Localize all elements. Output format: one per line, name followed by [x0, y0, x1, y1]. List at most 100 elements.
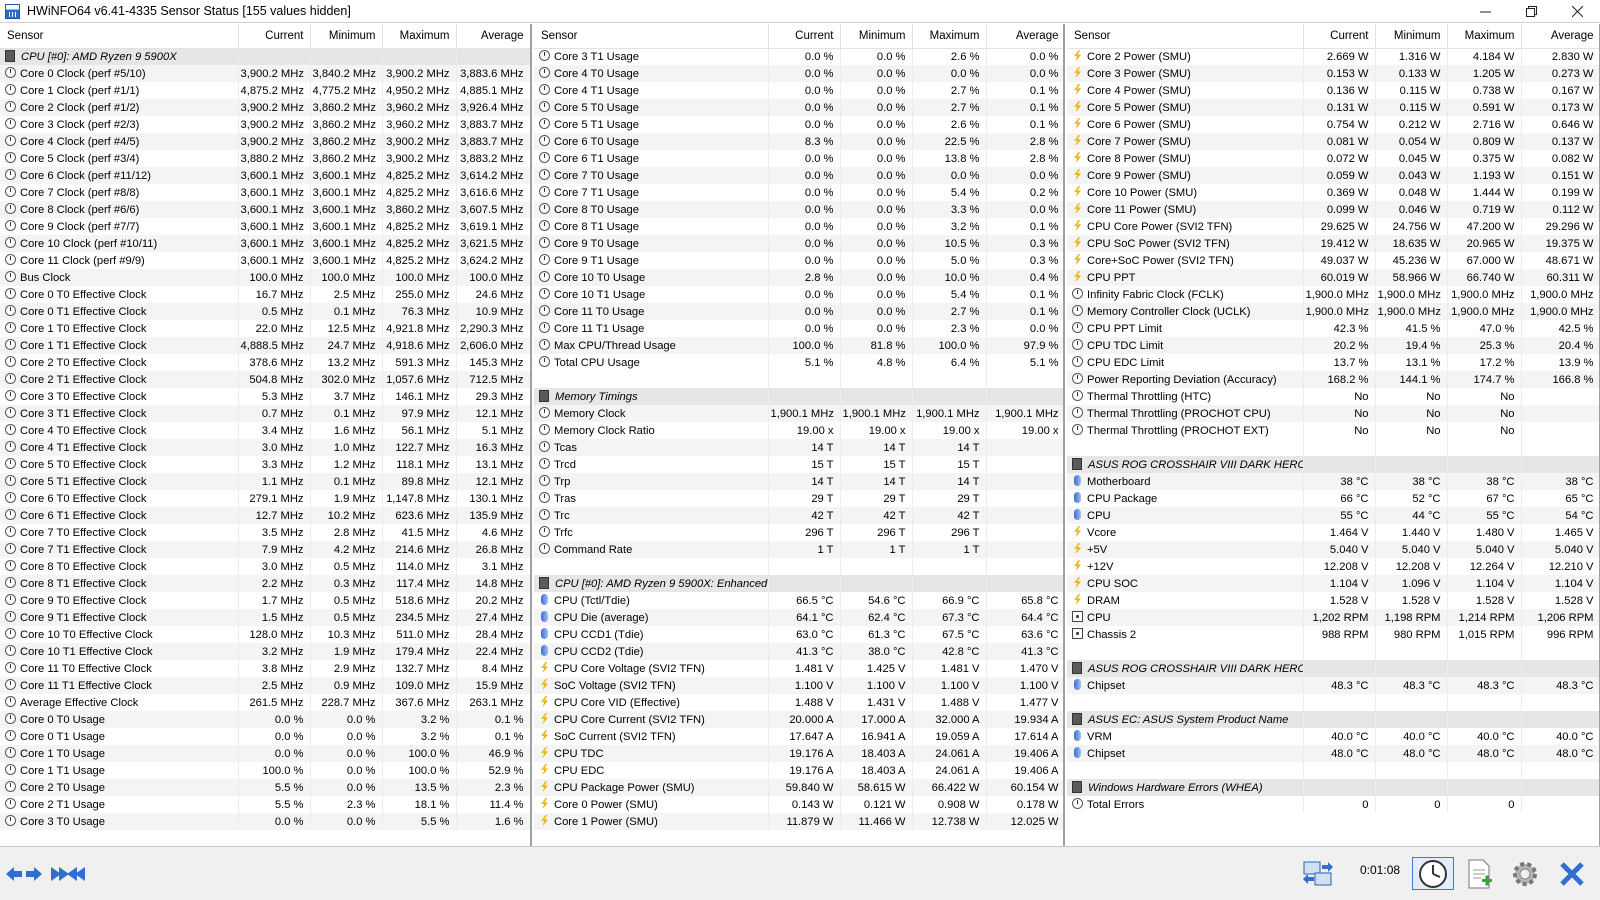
- sensor-group-header[interactable]: ASUS ROG CROSSHAIR VIII DARK HERO (...: [1067, 456, 1599, 473]
- sensor-row[interactable]: Core 5 T1 Effective Clock 1.1 MHz 0.1 MHz 8…: [0, 473, 530, 490]
- sensor-row[interactable]: Thermal Throttling (HTC) No No No: [1067, 388, 1599, 405]
- sensor-row[interactable]: Core 5 T1 Usage 0.0 % 0.0 % 2.6 % 0.1 %: [534, 116, 1063, 133]
- sensor-row[interactable]: Core 1 Clock (perf #1/1) 4,875.2 MHz 4,775…: [0, 82, 530, 99]
- sensor-row[interactable]: Core 5 T0 Effective Clock 3.3 MHz 1.2 MHz 1…: [0, 456, 530, 473]
- sensor-row[interactable]: Core 9 T0 Effective Clock 1.7 MHz 0.5 MHz 5…: [0, 592, 530, 609]
- sensor-row[interactable]: Vcore 1.464 V 1.440 V 1.480 V 1.465 V: [1067, 524, 1599, 541]
- sensor-row[interactable]: Total CPU Usage 5.1 % 4.8 % 6.4 % 5.1 %: [534, 354, 1063, 371]
- sensor-row[interactable]: Core 1 T1 Usage 100.0 % 0.0 % 100.0 % 52.9 %: [0, 762, 530, 779]
- sensor-row[interactable]: Core 9 T1 Usage 0.0 % 0.0 % 5.0 % 0.3 %: [534, 252, 1063, 269]
- sensor-row[interactable]: CPU SoC Power (SVI2 TFN) 19.412 W 18.635 W…: [1067, 235, 1599, 252]
- sensor-row[interactable]: Core 6 T0 Usage 8.3 % 0.0 % 22.5 % 2.8 %: [534, 133, 1063, 150]
- sensor-row[interactable]: +12V 12.208 V 12.208 V 12.264 V 12.210 V: [1067, 558, 1599, 575]
- network-icon[interactable]: [1298, 857, 1338, 890]
- column-header-current[interactable]: Current: [1303, 24, 1376, 49]
- sensor-row[interactable]: Power Reporting Deviation (Accuracy) 168.…: [1067, 371, 1599, 388]
- sensor-row[interactable]: Core 10 T0 Usage 2.8 % 0.0 % 10.0 % 0.4 %: [534, 269, 1063, 286]
- sensor-row[interactable]: Core 10 T1 Usage 0.0 % 0.0 % 5.4 % 0.1 %: [534, 286, 1063, 303]
- sensor-row[interactable]: CPU 1,202 RPM 1,198 RPM 1,214 RPM 1,206 RPM: [1067, 609, 1599, 626]
- sensor-row[interactable]: Core 9 T1 Effective Clock 1.5 MHz 0.5 MHz 2…: [0, 609, 530, 626]
- sensor-row[interactable]: Core 5 Clock (perf #3/4) 3,880.2 MHz 3,860…: [0, 150, 530, 167]
- sensor-row[interactable]: Motherboard 38 °C 38 °C 38 °C 38 °C: [1067, 473, 1599, 490]
- column-header-current[interactable]: Current: [768, 24, 841, 49]
- sensor-row[interactable]: CPU Core Voltage (SVI2 TFN) 1.481 V 1.425 …: [534, 660, 1063, 677]
- sensor-row[interactable]: Tcas 14 T 14 T 14 T: [534, 439, 1063, 456]
- sensor-row[interactable]: Core 1 T1 Effective Clock 4,888.5 MHz 24.7…: [0, 337, 530, 354]
- sensor-row[interactable]: Core 7 T0 Usage 0.0 % 0.0 % 0.0 % 0.0 %: [534, 167, 1063, 184]
- report-add-icon[interactable]: [1460, 857, 1500, 890]
- sensor-row[interactable]: CPU Core Current (SVI2 TFN) 20.000 A 17.00…: [534, 711, 1063, 728]
- column-header-minimum[interactable]: Minimum: [310, 24, 383, 49]
- column-header-average[interactable]: Average: [1521, 24, 1599, 49]
- sensor-row[interactable]: Core 1 T0 Effective Clock 22.0 MHz 12.5 MH…: [0, 320, 530, 337]
- sensor-row[interactable]: Core 8 T1 Usage 0.0 % 0.0 % 3.2 % 0.1 %: [534, 218, 1063, 235]
- sensor-panel-3[interactable]: Sensor Current Minimum Maximum Average C…: [1067, 24, 1600, 846]
- sensor-row[interactable]: Core 0 T0 Usage 0.0 % 0.0 % 3.2 % 0.1 %: [0, 711, 530, 728]
- sensor-row[interactable]: Core 4 T1 Effective Clock 3.0 MHz 1.0 MHz 1…: [0, 439, 530, 456]
- sensor-row[interactable]: Core 4 Power (SMU) 0.136 W 0.115 W 0.738 W0…: [1067, 82, 1599, 99]
- sensor-row[interactable]: Core 5 Power (SMU) 0.131 W 0.115 W 0.591 W0…: [1067, 99, 1599, 116]
- nav-arrows-icon[interactable]: [4, 857, 44, 890]
- column-header-minimum[interactable]: Minimum: [840, 24, 913, 49]
- sensor-row[interactable]: CPU CCD1 (Tdie) 63.0 °C 61.3 °C 67.5 °C 63.6…: [534, 626, 1063, 643]
- sensor-row[interactable]: Core 10 Clock (perf #10/11) 3,600.1 MHz 3,…: [0, 235, 530, 252]
- sensor-row[interactable]: CPU EDC 19.176 A 18.403 A 24.061 A 19.406 A: [534, 762, 1063, 779]
- sensor-row[interactable]: Core 8 T0 Usage 0.0 % 0.0 % 3.3 % 0.0 %: [534, 201, 1063, 218]
- sensor-row[interactable]: VRM 40.0 °C 40.0 °C 40.0 °C 40.0 °C: [1067, 728, 1599, 745]
- sensor-row[interactable]: Core 6 Clock (perf #11/12) 3,600.1 MHz 3,6…: [0, 167, 530, 184]
- sensor-group-header[interactable]: ASUS EC: ASUS System Product Name: [1067, 711, 1599, 728]
- sensor-row[interactable]: Core 8 T0 Effective Clock 3.0 MHz 0.5 MHz 1…: [0, 558, 530, 575]
- sensor-row[interactable]: Core 4 Clock (perf #4/5) 3,900.2 MHz 3,860…: [0, 133, 530, 150]
- sensor-row[interactable]: Core 6 T1 Usage 0.0 % 0.0 % 13.8 % 2.8 %: [534, 150, 1063, 167]
- sensor-row[interactable]: CPU EDC Limit 13.7 % 13.1 % 17.2 % 13.9 %: [1067, 354, 1599, 371]
- sensor-row[interactable]: Core 1 Power (SMU) 11.879 W 11.466 W 12.738…: [534, 813, 1063, 830]
- column-header-sensor[interactable]: Sensor: [0, 24, 239, 49]
- sensor-row[interactable]: Command Rate 1 T1 T1 T: [534, 541, 1063, 558]
- sensor-row[interactable]: Core 2 T0 Usage 5.5 % 0.0 % 13.5 % 2.3 %: [0, 779, 530, 796]
- sensor-row[interactable]: Chassis 2 988 RPM 980 RPM 1,015 RPM 996 RPM: [1067, 626, 1599, 643]
- sensor-row[interactable]: Core 3 T1 Usage 0.0 % 0.0 % 2.6 % 0.0 %: [534, 48, 1063, 65]
- sensor-row[interactable]: Max CPU/Thread Usage 100.0 % 81.8 % 100.0 %…: [534, 337, 1063, 354]
- sensor-row[interactable]: Core 11 T0 Effective Clock 3.8 MHz 2.9 MHz…: [0, 660, 530, 677]
- sensor-row[interactable]: Core 3 T0 Usage 0.0 % 0.0 % 5.5 % 1.6 %: [0, 813, 530, 830]
- sensor-row[interactable]: Core 11 Power (SMU) 0.099 W 0.046 W 0.719 W…: [1067, 201, 1599, 218]
- sensor-row[interactable]: CPU SOC 1.104 V 1.096 V 1.104 V 1.104 V: [1067, 575, 1599, 592]
- sensor-row[interactable]: Core 5 T0 Usage 0.0 % 0.0 % 2.7 % 0.1 %: [534, 99, 1063, 116]
- sensor-row[interactable]: Core 2 T1 Effective Clock 504.8 MHz 302.0 …: [0, 371, 530, 388]
- sensor-group-header[interactable]: Memory Timings: [534, 388, 1063, 405]
- sensor-row[interactable]: Core 10 T0 Effective Clock 128.0 MHz 10.3 …: [0, 626, 530, 643]
- sensor-row[interactable]: Core+SoC Power (SVI2 TFN) 49.037 W 45.236 …: [1067, 252, 1599, 269]
- settings-icon[interactable]: [1505, 857, 1545, 890]
- sensor-row[interactable]: Chipset 48.3 °C 48.3 °C 48.3 °C 48.3 °C: [1067, 677, 1599, 694]
- sensor-row[interactable]: CPU TDC 19.176 A 18.403 A 24.061 A 19.406 A: [534, 745, 1063, 762]
- sensor-row[interactable]: Core 2 T0 Effective Clock 378.6 MHz 13.2 M…: [0, 354, 530, 371]
- sensor-row[interactable]: Core 7 T0 Effective Clock 3.5 MHz 2.8 MHz 4…: [0, 524, 530, 541]
- sensor-row[interactable]: Core 4 T0 Usage 0.0 % 0.0 % 0.0 % 0.0 %: [534, 65, 1063, 82]
- sensor-row[interactable]: +5V 5.040 V 5.040 V 5.040 V 5.040 V: [1067, 541, 1599, 558]
- sensor-row[interactable]: Core 7 T1 Effective Clock 7.9 MHz 4.2 MHz 2…: [0, 541, 530, 558]
- sensor-row[interactable]: Core 4 T0 Effective Clock 3.4 MHz 1.6 MHz 5…: [0, 422, 530, 439]
- close-icon[interactable]: [1554, 0, 1600, 23]
- sensor-group-header[interactable]: Windows Hardware Errors (WHEA): [1067, 779, 1599, 796]
- minimize-icon[interactable]: [1462, 0, 1508, 23]
- sensor-row[interactable]: Memory Clock 1,900.1 MHz 1,900.1 MHz 1,900.…: [534, 405, 1063, 422]
- sensor-row[interactable]: Tras 29 T 29 T 29 T: [534, 490, 1063, 507]
- sensor-group-header[interactable]: CPU [#0]: AMD Ryzen 9 5900X: Enhanced: [534, 575, 1063, 592]
- sensor-row[interactable]: CPU PPT 60.019 W 58.966 W 66.740 W 60.311 W: [1067, 269, 1599, 286]
- sensor-row[interactable]: Total Errors 0 0 0: [1067, 796, 1599, 813]
- sensor-row[interactable]: Core 6 Power (SMU) 0.754 W 0.212 W 2.716 W0…: [1067, 116, 1599, 133]
- sensor-row[interactable]: CPU Package 66 °C 52 °C 67 °C 65 °C: [1067, 490, 1599, 507]
- sensor-row[interactable]: Core 10 T1 Effective Clock 3.2 MHz 1.9 MHz…: [0, 643, 530, 660]
- sensor-row[interactable]: CPU Package Power (SMU) 59.840 W 58.615 W6…: [534, 779, 1063, 796]
- column-header-maximum[interactable]: Maximum: [1447, 24, 1522, 49]
- column-header-current[interactable]: Current: [238, 24, 311, 49]
- sensor-row[interactable]: Core 7 T1 Usage 0.0 % 0.0 % 5.4 % 0.2 %: [534, 184, 1063, 201]
- column-header-maximum[interactable]: Maximum: [912, 24, 987, 49]
- sensor-row[interactable]: Core 3 T1 Effective Clock 0.7 MHz 0.1 MHz 9…: [0, 405, 530, 422]
- sensor-row[interactable]: Trc 42 T 42 T 42 T: [534, 507, 1063, 524]
- sensor-row[interactable]: Core 10 Power (SMU) 0.369 W 0.048 W 1.444 W…: [1067, 184, 1599, 201]
- sensor-row[interactable]: DRAM 1.528 V 1.528 V 1.528 V 1.528 V: [1067, 592, 1599, 609]
- sensor-group-header[interactable]: CPU [#0]: AMD Ryzen 9 5900X: [0, 48, 530, 65]
- sensor-row[interactable]: CPU Die (average) 64.1 °C 62.4 °C 67.3 °C 64…: [534, 609, 1063, 626]
- sensor-row[interactable]: Thermal Throttling (PROCHOT EXT) No No No: [1067, 422, 1599, 439]
